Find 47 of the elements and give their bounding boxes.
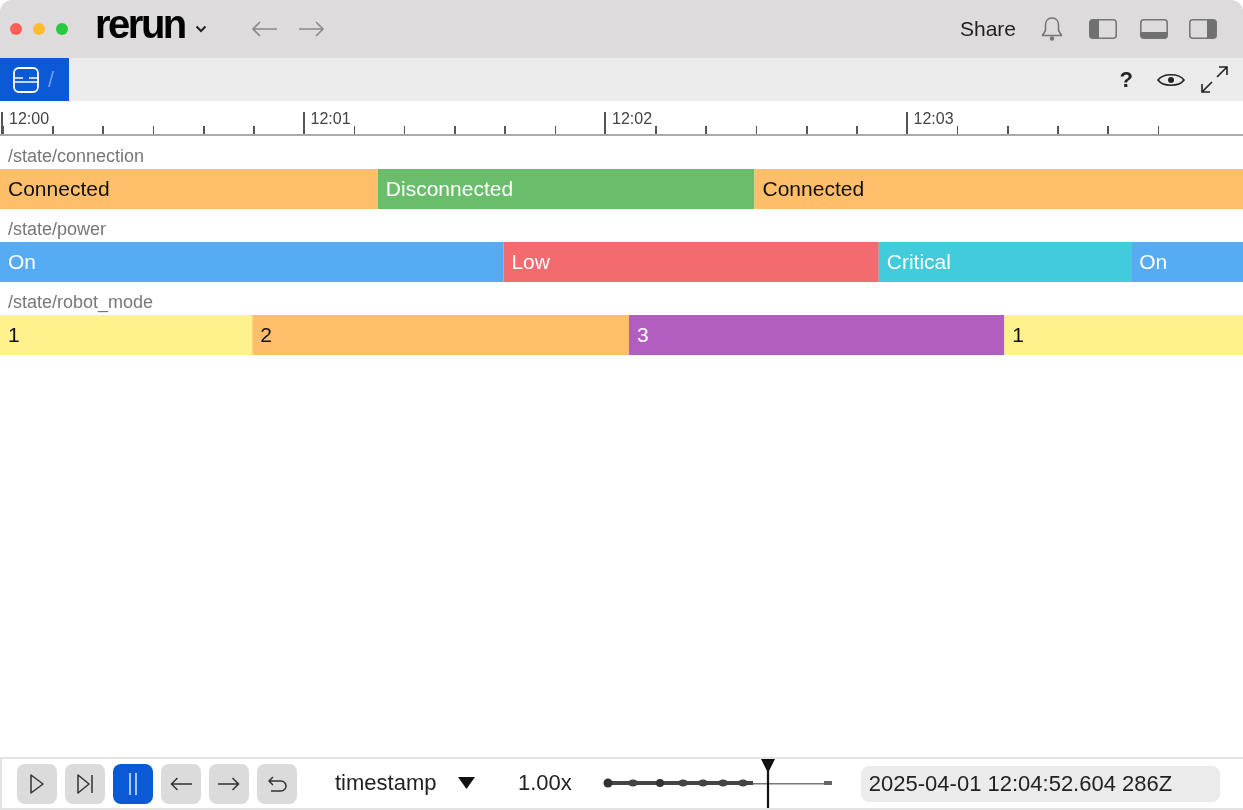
time-field[interactable]: 2025-04-01 12:04:52.604 286Z bbox=[860, 765, 1220, 802]
layout-icon[interactable] bbox=[13, 66, 39, 93]
bell-icon[interactable] bbox=[1040, 16, 1064, 42]
tick-label: 12:01 bbox=[302, 112, 351, 134]
segment-label: 2 bbox=[260, 323, 272, 346]
segment-label: On bbox=[8, 250, 36, 273]
track-path: /state/power bbox=[7, 218, 108, 241]
segment-label: Low bbox=[511, 250, 550, 273]
segment-label: 1 bbox=[8, 323, 20, 346]
segment-label: Connected bbox=[762, 177, 865, 200]
arrow-right-icon bbox=[218, 776, 240, 791]
segment-label: 3 bbox=[636, 323, 649, 346]
segment-label: On bbox=[1139, 250, 1168, 273]
speed-button[interactable]: 1.00x bbox=[518, 770, 572, 797]
expand-icon[interactable] bbox=[1201, 66, 1228, 93]
segment-label: Disconnected bbox=[385, 177, 514, 200]
segment-label: Connected bbox=[8, 177, 110, 200]
pause-icon bbox=[129, 772, 137, 795]
track-path: /state/robot_mode bbox=[7, 291, 155, 315]
step-forward-icon bbox=[77, 773, 93, 794]
breadcrumb-separator: / bbox=[48, 68, 55, 91]
bottom-panel-icon[interactable] bbox=[1140, 19, 1168, 39]
loop-button[interactable] bbox=[257, 763, 297, 804]
back-button[interactable] bbox=[161, 763, 201, 804]
chevron-down-icon[interactable] bbox=[194, 25, 207, 33]
arrow-left-icon bbox=[170, 776, 192, 791]
right-panel-icon[interactable] bbox=[1189, 19, 1217, 39]
timeline-selector[interactable]: timestamp bbox=[335, 770, 475, 797]
share-button[interactable]: Share bbox=[959, 16, 1016, 42]
caret-icon bbox=[458, 777, 475, 790]
app-logo[interactable]: rerun bbox=[95, 4, 185, 44]
step-button[interactable] bbox=[65, 763, 105, 804]
left-panel-icon[interactable] bbox=[1089, 19, 1117, 39]
forward-button[interactable] bbox=[209, 763, 249, 804]
pause-button[interactable] bbox=[113, 763, 153, 804]
loop-icon bbox=[267, 775, 287, 792]
eye-icon[interactable] bbox=[1157, 71, 1185, 88]
tick-label: 12:00 bbox=[1, 112, 50, 134]
play-button[interactable] bbox=[17, 763, 57, 804]
tick-label: 12:02 bbox=[604, 112, 653, 134]
play-icon bbox=[30, 773, 44, 794]
playhead[interactable] bbox=[760, 759, 777, 808]
segment-label: Critical bbox=[886, 250, 951, 273]
tick-label: 12:03 bbox=[905, 112, 954, 134]
track-path: /state/connection bbox=[7, 145, 146, 168]
segment-label: 1 bbox=[1012, 323, 1025, 346]
help-button[interactable]: ? bbox=[1119, 68, 1133, 91]
